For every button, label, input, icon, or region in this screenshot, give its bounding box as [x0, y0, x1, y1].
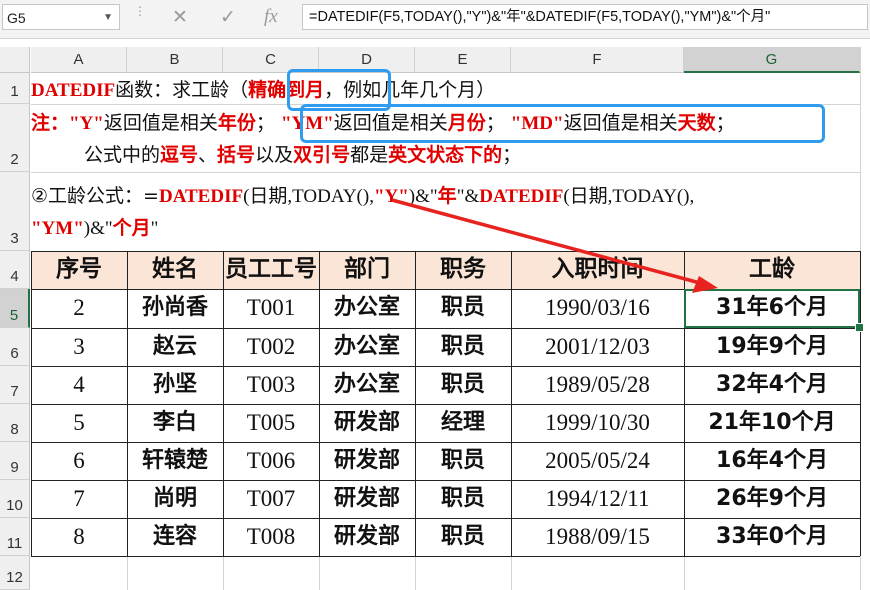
arrow-annotation	[391, 198, 718, 293]
